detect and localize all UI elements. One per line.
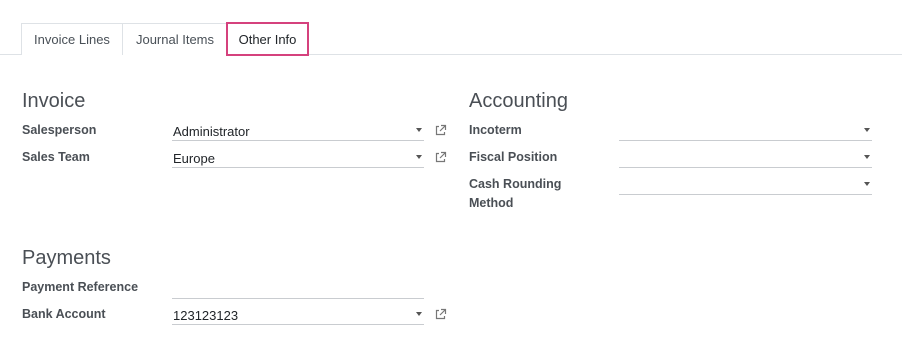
tab-invoice-lines[interactable]: Invoice Lines xyxy=(21,23,123,55)
bank-account-label: Bank Account xyxy=(22,307,106,321)
caret-down-icon[interactable] xyxy=(864,155,870,159)
incoterm-field[interactable] xyxy=(619,120,872,141)
tab-journal-items[interactable]: Journal Items xyxy=(122,23,228,55)
external-link-icon[interactable] xyxy=(434,308,447,321)
invoice-section-title: Invoice xyxy=(22,90,86,112)
accounting-section-title: Accounting xyxy=(469,90,568,112)
payment-reference-value xyxy=(172,287,424,289)
external-link-icon[interactable] xyxy=(434,124,447,137)
payments-section-title: Payments xyxy=(22,247,111,269)
payment-reference-label: Payment Reference xyxy=(22,280,139,294)
caret-down-icon[interactable] xyxy=(416,155,422,159)
fiscal-position-value xyxy=(619,156,864,158)
external-link-icon[interactable] xyxy=(434,151,447,164)
caret-down-icon[interactable] xyxy=(416,312,422,316)
payment-reference-input[interactable] xyxy=(172,278,424,299)
salesperson-label: Salesperson xyxy=(22,123,97,137)
cash-rounding-field[interactable] xyxy=(619,174,872,195)
fiscal-position-label: Fiscal Position xyxy=(469,150,558,164)
tab-other-info[interactable]: Other Info xyxy=(226,22,309,56)
cash-rounding-label-line2: Method xyxy=(469,196,514,210)
incoterm-label: Incoterm xyxy=(469,123,522,137)
notebook-tabs: Invoice Lines Journal Items Other Info xyxy=(0,0,902,56)
salesperson-field[interactable]: Administrator xyxy=(172,120,424,141)
cash-rounding-label: Cash Rounding Method xyxy=(469,175,561,213)
salesperson-value: Administrator xyxy=(173,123,250,139)
fiscal-position-field[interactable] xyxy=(619,147,872,168)
caret-down-icon[interactable] xyxy=(864,182,870,186)
caret-down-icon[interactable] xyxy=(416,128,422,132)
sales-team-field[interactable]: Europe xyxy=(172,147,424,168)
bank-account-value: 123123123 xyxy=(173,307,239,323)
cash-rounding-label-line1: Cash Rounding xyxy=(469,177,562,191)
cash-rounding-value xyxy=(619,183,864,185)
sales-team-value: Europe xyxy=(173,150,215,166)
caret-down-icon[interactable] xyxy=(864,128,870,132)
incoterm-value xyxy=(619,129,864,131)
bank-account-field[interactable]: 123123123 xyxy=(172,304,424,325)
sales-team-label: Sales Team xyxy=(22,150,90,164)
